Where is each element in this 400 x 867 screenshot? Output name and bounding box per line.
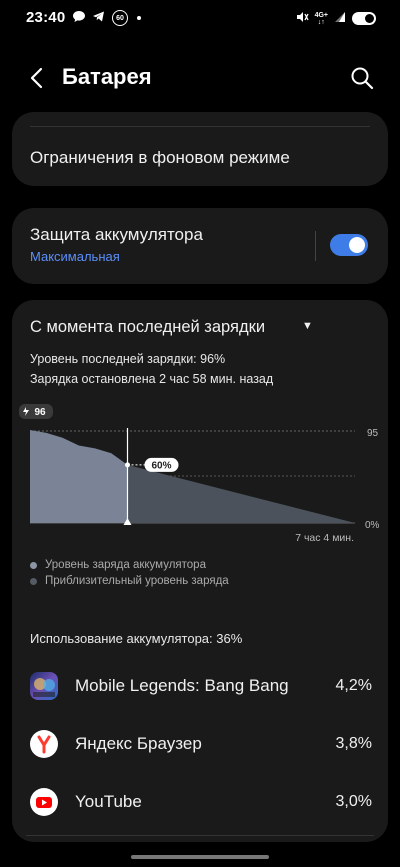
badge-icon: 60 <box>112 10 128 26</box>
status-icons-right: 4G+ ↓↑ <box>295 10 376 27</box>
mobile-legends-icon <box>30 672 58 700</box>
y-bottom-label: 0% <box>365 520 380 531</box>
app-usage-percent: 3,0% <box>335 793 372 810</box>
series-estimated-area <box>127 464 355 523</box>
usage-total: Использование аккумулятора: 36% <box>30 631 243 646</box>
app-usage-percent: 4,2% <box>335 677 372 694</box>
chevron-left-icon <box>30 67 43 89</box>
battery-protection-card[interactable]: Защита аккумулятора Максимальная <box>12 208 388 284</box>
yandex-browser-icon <box>30 730 58 758</box>
app-name: Яндекс Браузер <box>75 734 202 753</box>
card-divider <box>30 126 370 127</box>
network-label: 4G+ <box>314 11 328 19</box>
y-top-label: 95 <box>367 428 379 439</box>
dropdown-caret-icon[interactable]: ▼ <box>302 320 313 332</box>
background-limits-card[interactable]: Ограничения в фоновом режиме <box>12 112 388 186</box>
search-icon <box>351 67 374 90</box>
usage-card: С момента последней зарядки ▼ Уровень по… <box>12 300 388 842</box>
telegram-icon <box>92 10 106 26</box>
background-limits-label: Ограничения в фоновом режиме <box>30 148 290 167</box>
page-title: Батарея <box>62 64 152 89</box>
mute-icon <box>295 10 309 27</box>
legend-item-actual: Уровень заряда аккумулятора <box>30 559 206 571</box>
current-level-label: 60% <box>151 460 171 471</box>
legend-label-estimated: Приблизительный уровень заряда <box>45 575 229 587</box>
network-icon: 4G+ ↓↑ <box>314 11 328 26</box>
vertical-divider <box>315 231 316 261</box>
battery-protection-mode: Максимальная <box>30 249 120 264</box>
charge-stopped-time: Зарядка остановлена 2 час 58 мин. назад <box>30 372 274 386</box>
app-usage-percent: 3,8% <box>335 735 372 752</box>
battery-chart: 60% 96 95 0% 7 час 4 мин. <box>19 404 380 544</box>
series-actual-area <box>30 430 128 523</box>
status-bar: 23:40 60 4G+ ↓↑ <box>0 0 400 36</box>
youtube-icon <box>30 788 58 816</box>
legend-dot-estimated <box>30 577 37 585</box>
list-item-app[interactable]: Mobile Legends: Bang Bang 4,2% <box>30 668 372 704</box>
battery-protection-toggle[interactable] <box>330 234 368 256</box>
legend-item-estimated: Приблизительный уровень заряда <box>30 575 229 587</box>
list-item-app[interactable]: Яндекс Браузер 3,8% <box>30 726 372 762</box>
chat-bubble-icon <box>72 10 86 26</box>
search-button[interactable] <box>348 64 376 92</box>
legend-dot-actual <box>30 561 37 569</box>
home-indicator[interactable] <box>131 855 269 859</box>
last-charge-level: Уровень последней зарядки: 96% <box>30 352 226 366</box>
app-name: Mobile Legends: Bang Bang <box>75 676 289 695</box>
back-button[interactable] <box>24 64 52 92</box>
status-time: 23:40 <box>26 9 66 26</box>
bottom-divider <box>26 835 374 836</box>
app-bar: Батарея <box>0 52 400 104</box>
battery-protection-label: Защита аккумулятора <box>30 225 203 244</box>
x-end-label: 7 час 4 мин. <box>295 532 354 544</box>
start-level-label: 96 <box>34 407 46 418</box>
status-icons-left: 60 <box>72 10 141 26</box>
app-name: YouTube <box>75 792 142 811</box>
signal-icon <box>334 11 346 26</box>
dot-icon <box>137 16 141 20</box>
battery-toggle-icon <box>352 12 376 25</box>
legend-label-actual: Уровень заряда аккумулятора <box>45 559 206 571</box>
list-item-app[interactable]: YouTube 3,0% <box>30 784 372 820</box>
period-dropdown[interactable]: С момента последней зарядки <box>30 318 265 337</box>
chart-cursor-dot <box>125 462 130 468</box>
badge-value: 60 <box>116 14 124 22</box>
